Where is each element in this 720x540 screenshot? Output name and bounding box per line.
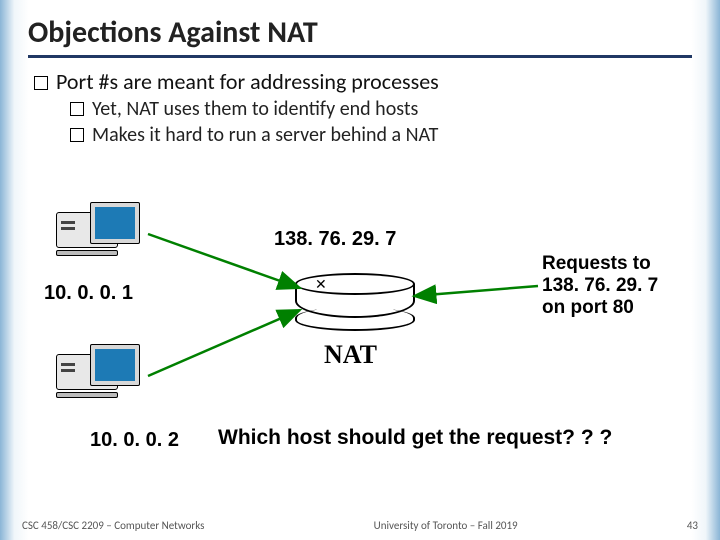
host1-ip-label: 10. 0. 0. 1 [44, 282, 133, 305]
diagram-area: ✕ 138. 76. 29. 7 10. 0. 0. 1 10. 0. 0. 2… [0, 178, 720, 483]
host2-ip-label: 10. 0. 0. 2 [90, 429, 179, 452]
bullet-icon [34, 76, 48, 90]
request-text: Requests to 138. 76. 29. 7 on port 80 [542, 253, 658, 319]
footer-right: 43 [687, 519, 698, 532]
slide-title: Objections Against NAT [28, 14, 692, 58]
footer-center: University of Toronto – Fall 2019 [374, 519, 518, 532]
question-text: Which host should get the request? ? ? [218, 426, 612, 450]
bullet-icon [70, 128, 84, 142]
footer: CSC 458/CSC 2209 – Computer Networks Uni… [0, 519, 720, 532]
bullet-main: Port #s are meant for addressing process… [34, 68, 692, 95]
nat-label: NAT [324, 340, 377, 370]
footer-left: CSC 458/CSC 2209 – Computer Networks [22, 519, 204, 532]
bullet-sub-1: Yet, NAT uses them to identify end hosts [70, 97, 692, 121]
bullet-icon [70, 102, 84, 116]
public-ip-label: 138. 76. 29. 7 [274, 228, 396, 251]
bullet-sub-2: Makes it hard to run a server behind a N… [70, 123, 692, 147]
